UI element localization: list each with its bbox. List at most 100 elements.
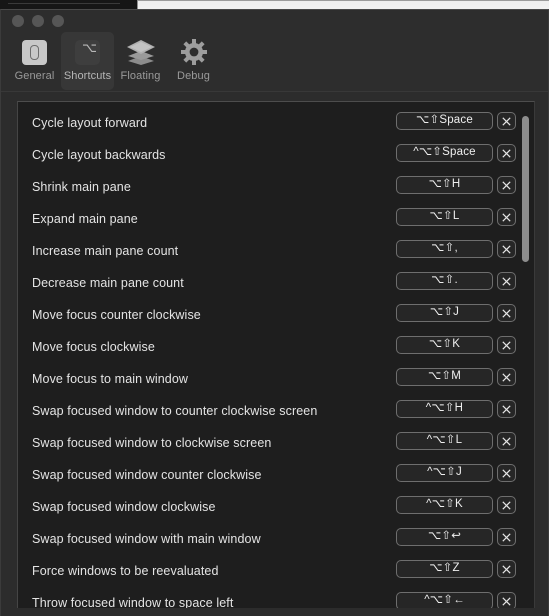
shortcut-row-label: Throw focused window to space left — [32, 596, 234, 608]
shortcut-row-label: Swap focused window counter clockwise — [32, 468, 262, 482]
gear-icon — [179, 37, 209, 67]
toolbar-divider — [1, 91, 548, 92]
shortcut-recorder-field[interactable]: ⌥⇧M — [396, 368, 493, 386]
tab-shortcuts[interactable]: ⌥ Shortcuts — [61, 32, 114, 90]
shortcut-row-label: Move focus counter clockwise — [32, 308, 201, 322]
shortcut-row-controls: ^⌥⇧H — [396, 400, 516, 418]
shortcut-row-label: Cycle layout forward — [32, 116, 148, 130]
shortcut-row-label: Swap focused window with main window — [32, 532, 261, 546]
shortcut-row-label: Force windows to be reevaluated — [32, 564, 219, 578]
close-icon — [502, 468, 511, 478]
vertical-scrollbar[interactable] — [519, 103, 533, 608]
shortcut-row-label: Swap focused window to counter clockwise… — [32, 404, 318, 418]
shortcut-recorder-field[interactable]: ⌥⇧↩ — [396, 528, 493, 546]
shortcut-recorder-field[interactable]: ^⌥⇧Space — [396, 144, 493, 162]
shortcut-row-label: Increase main pane count — [32, 244, 179, 258]
close-icon — [502, 340, 511, 350]
shortcut-row: Increase main pane count ⌥⇧, — [18, 235, 522, 267]
shortcut-row-controls: ^⌥⇧K — [396, 496, 516, 514]
shortcut-recorder-value: ⌥⇧, — [431, 242, 458, 255]
shortcut-row-controls: ⌥⇧M — [396, 368, 516, 386]
tab-general[interactable]: General — [8, 32, 61, 90]
clear-shortcut-button[interactable] — [497, 208, 516, 226]
clear-shortcut-button[interactable] — [497, 336, 516, 354]
shortcut-recorder-value: ^⌥⇧J — [427, 466, 462, 479]
shortcut-list-panel: Cycle layout forward ⌥⇧Space Cycle layout … — [17, 101, 535, 608]
clear-shortcut-button[interactable] — [497, 592, 516, 608]
shortcut-recorder-field[interactable]: ⌥⇧H — [396, 176, 493, 194]
tab-general-label: General — [14, 70, 55, 82]
display-icon — [20, 37, 50, 67]
background-window[interactable] — [137, 0, 549, 9]
close-icon — [502, 532, 511, 542]
clear-shortcut-button[interactable] — [497, 112, 516, 130]
shortcut-recorder-field[interactable]: ⌥⇧Space — [396, 112, 493, 130]
tab-floating-label: Floating — [120, 70, 161, 82]
shortcut-recorder-field[interactable]: ^⌥⇧J — [396, 464, 493, 482]
background-strip-line — [8, 3, 120, 4]
clear-shortcut-button[interactable] — [497, 368, 516, 386]
shortcut-recorder-field[interactable]: ⌥⇧K — [396, 336, 493, 354]
shortcut-recorder-value: ⌥⇧H — [428, 178, 461, 191]
shortcut-recorder-field[interactable]: ^⌥⇧← — [396, 592, 493, 608]
clear-shortcut-button[interactable] — [497, 144, 516, 162]
shortcut-recorder-field[interactable]: ⌥⇧J — [396, 304, 493, 322]
shortcut-row-controls: ⌥⇧Z — [396, 560, 516, 578]
layers-icon — [126, 37, 156, 67]
preferences-toolbar: General ⌥ Shortcuts Floating Debug — [1, 32, 548, 92]
zoom-button[interactable] — [52, 15, 64, 27]
tab-floating[interactable]: Floating — [114, 32, 167, 90]
shortcut-recorder-field[interactable]: ⌥⇧, — [396, 240, 493, 258]
shortcut-row-label: Swap focused window clockwise — [32, 500, 216, 514]
clear-shortcut-button[interactable] — [497, 272, 516, 290]
shortcut-recorder-value: ⌥⇧↩ — [427, 530, 462, 543]
shortcut-recorder-value: ^⌥⇧K — [426, 498, 463, 511]
shortcut-recorder-field[interactable]: ⌥⇧. — [396, 272, 493, 290]
close-icon — [502, 148, 511, 158]
preferences-window: General ⌥ Shortcuts Floating Debug Cycle… — [0, 9, 549, 616]
clear-shortcut-button[interactable] — [497, 528, 516, 546]
shortcut-row-label: Shrink main pane — [32, 180, 131, 194]
tab-debug[interactable]: Debug — [167, 32, 220, 90]
shortcut-row-controls: ⌥⇧, — [396, 240, 516, 258]
titlebar[interactable] — [1, 10, 548, 32]
close-icon — [502, 436, 511, 446]
shortcut-row: Move focus to main window ⌥⇧M — [18, 363, 522, 395]
shortcut-recorder-field[interactable]: ^⌥⇧L — [396, 432, 493, 450]
clear-shortcut-button[interactable] — [497, 560, 516, 578]
clear-shortcut-button[interactable] — [497, 176, 516, 194]
close-icon — [502, 116, 511, 126]
shortcut-row-controls: ⌥⇧. — [396, 272, 516, 290]
shortcut-row-controls: ⌥⇧Space — [396, 112, 516, 130]
shortcut-row: Decrease main pane count ⌥⇧. — [18, 267, 522, 299]
shortcut-row: Move focus counter clockwise ⌥⇧J — [18, 299, 522, 331]
shortcut-recorder-field[interactable]: ⌥⇧Z — [396, 560, 493, 578]
tab-debug-label: Debug — [177, 70, 210, 82]
shortcut-row-controls: ⌥⇧J — [396, 304, 516, 322]
clear-shortcut-button[interactable] — [497, 240, 516, 258]
minimize-button[interactable] — [32, 15, 44, 27]
clear-shortcut-button[interactable] — [497, 400, 516, 418]
shortcut-recorder-value: ^⌥⇧L — [426, 434, 463, 447]
shortcut-row: Throw focused window to space left ^⌥⇧← — [18, 587, 522, 608]
shortcut-row: Swap focused window clockwise ^⌥⇧K — [18, 491, 522, 523]
shortcut-recorder-field[interactable]: ^⌥⇧H — [396, 400, 493, 418]
clear-shortcut-button[interactable] — [497, 304, 516, 322]
shortcut-row-label: Move focus to main window — [32, 372, 189, 386]
shortcut-row: Force windows to be reevaluated ⌥⇧Z — [18, 555, 522, 587]
shortcut-recorder-field[interactable]: ⌥⇧L — [396, 208, 493, 226]
clear-shortcut-button[interactable] — [497, 464, 516, 482]
close-button[interactable] — [12, 15, 24, 27]
clear-shortcut-button[interactable] — [497, 432, 516, 450]
clear-shortcut-button[interactable] — [497, 496, 516, 514]
close-icon — [502, 244, 511, 254]
shortcut-row-controls: ^⌥⇧← — [396, 592, 516, 608]
shortcut-recorder-field[interactable]: ^⌥⇧K — [396, 496, 493, 514]
shortcut-row-label: Swap focused window to clockwise screen — [32, 436, 272, 450]
shortcut-row-controls: ^⌥⇧L — [396, 432, 516, 450]
close-icon — [502, 404, 511, 414]
shortcut-recorder-value: ^⌥⇧H — [425, 402, 464, 415]
scrollbar-thumb[interactable] — [522, 116, 529, 262]
background-window-edge — [137, 0, 138, 9]
window-bottom-chrome — [1, 608, 548, 616]
